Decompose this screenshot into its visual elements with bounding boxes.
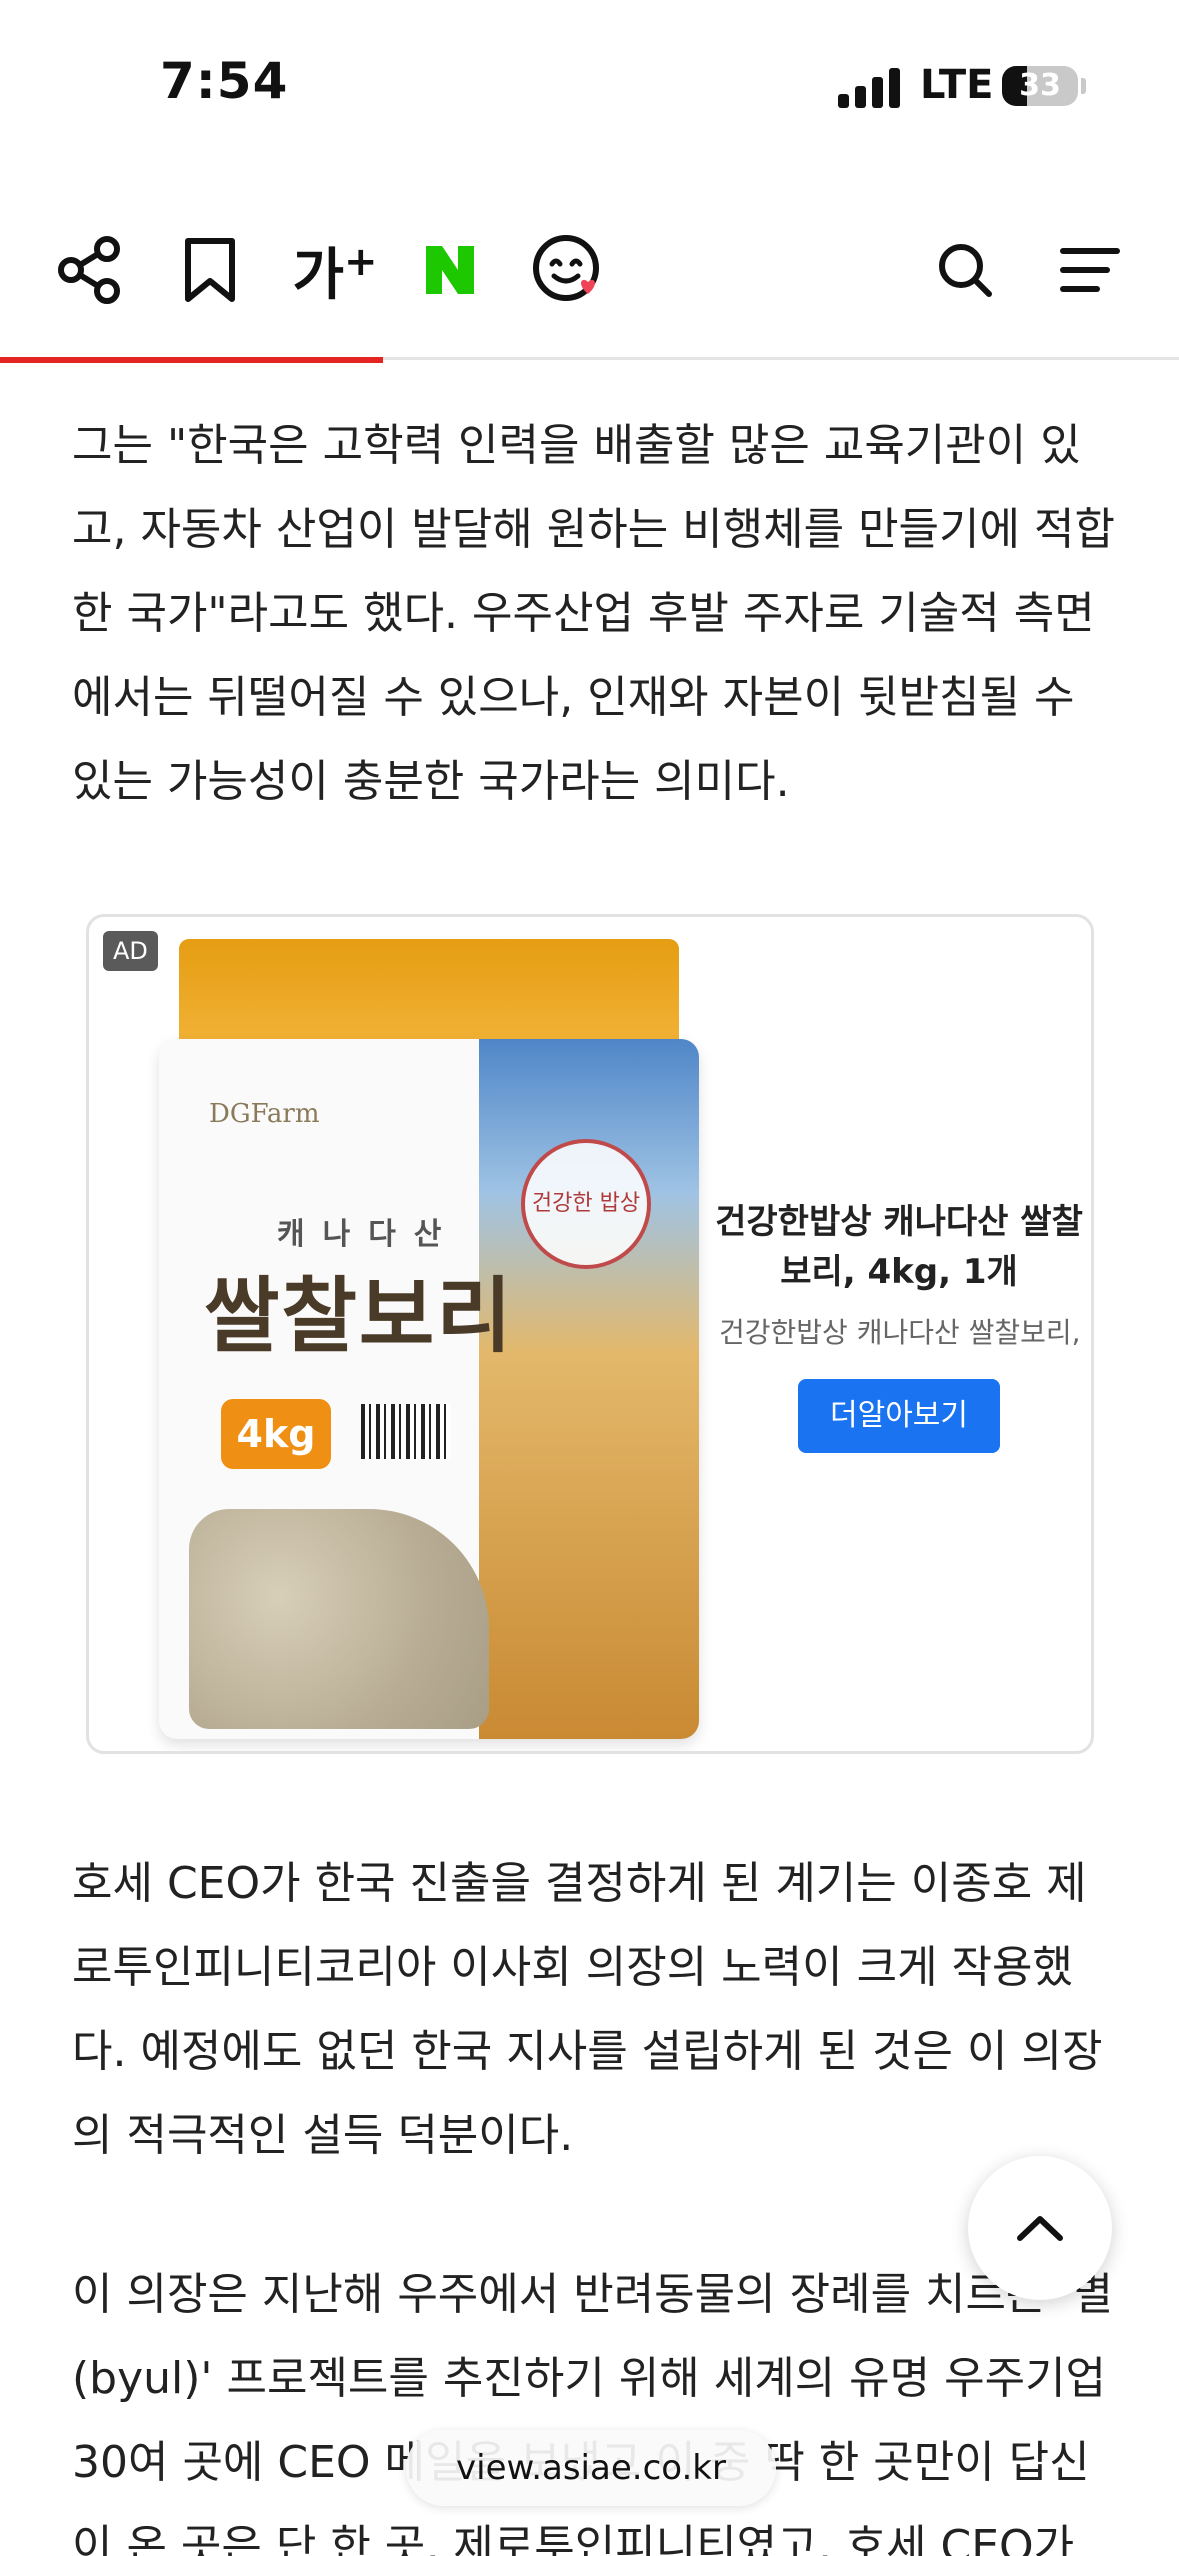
search-icon[interactable] bbox=[925, 230, 1005, 310]
status-time: 7:54 bbox=[160, 52, 289, 110]
status-bar: 7:54 LTE 33 bbox=[0, 0, 1179, 170]
product-weight: 4kg bbox=[221, 1399, 331, 1469]
ad-description: 건강한밥상 캐나다산 쌀찰보리, 4kg, 1개 bbox=[719, 1316, 1079, 1349]
signal-icon bbox=[838, 66, 902, 108]
article-toolbar: 가 + bbox=[0, 200, 1179, 360]
chevron-up-icon bbox=[1017, 2216, 1063, 2241]
product-origin: 캐나다산 bbox=[277, 1217, 460, 1252]
network-label: LTE bbox=[920, 62, 994, 108]
naver-icon[interactable] bbox=[410, 230, 490, 310]
reaction-icon[interactable] bbox=[528, 230, 608, 310]
font-size-button[interactable]: 가 + bbox=[290, 230, 380, 310]
battery-icon: 33 bbox=[1002, 66, 1078, 106]
product-name: 쌀찰보리 bbox=[204, 1269, 514, 1364]
barcode bbox=[361, 1404, 451, 1459]
grain-window bbox=[189, 1509, 489, 1729]
product-brand: DGFarm bbox=[209, 1099, 320, 1129]
ad-badge: AD bbox=[103, 931, 158, 971]
share-icon[interactable] bbox=[50, 230, 130, 310]
hamburger-menu-icon[interactable] bbox=[1050, 230, 1130, 310]
font-size-plus: + bbox=[344, 239, 378, 285]
ad-banner[interactable]: AD DGFarm 캐나다산 쌀찰보리 4kg 건강한 밥상 건강한밥상 캐나다… bbox=[86, 914, 1094, 1754]
bookmark-icon[interactable] bbox=[170, 230, 250, 310]
article-paragraph: 그는 "한국은 고학력 인력을 배출할 많은 교육기관이 있고, 자동차 산업이… bbox=[72, 420, 1115, 807]
font-size-label: 가 bbox=[292, 242, 344, 308]
battery-level: 33 bbox=[1019, 68, 1061, 103]
product-seal: 건강한 밥상 bbox=[521, 1139, 651, 1269]
article-paragraph: 호세 CEO가 한국 진출을 결정하게 된 계기는 이종호 제로투인피니티코리아… bbox=[72, 1858, 1103, 2161]
article-paragraph: 이 의장은 지난해 우주에서 반려동물의 장례를 치르는 '별(byul)' 프… bbox=[72, 2269, 1114, 2556]
url-bar[interactable]: view.asiae.co.kr bbox=[406, 2430, 776, 2506]
reading-progress-bar bbox=[0, 357, 383, 363]
scroll-to-top-button[interactable] bbox=[968, 2156, 1112, 2300]
learn-more-button[interactable]: 더알아보기 bbox=[798, 1379, 1000, 1453]
product-image[interactable]: DGFarm 캐나다산 쌀찰보리 4kg 건강한 밥상 bbox=[159, 939, 699, 1739]
ad-title[interactable]: 건강한밥상 캐나다산 쌀찰보리, 4kg, 1개 bbox=[709, 1197, 1089, 1297]
ad-text: 건강한밥상 캐나다산 쌀찰보리, 4kg, 1개 건강한밥상 캐나다산 쌀찰보리… bbox=[709, 1197, 1089, 1453]
